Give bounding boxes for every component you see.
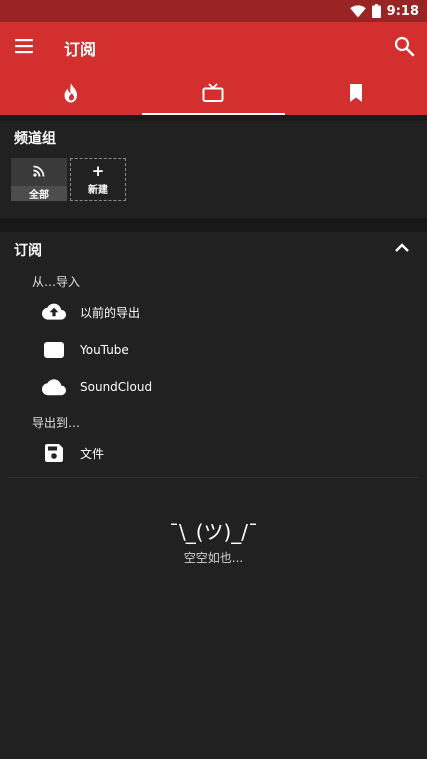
subscriptions-title: 订阅 (14, 243, 42, 259)
tab-bookmarks[interactable] (285, 71, 427, 115)
channel-groups-title: 频道组 (14, 131, 56, 147)
status-bar: 9:18 (0, 0, 427, 22)
search-icon[interactable] (393, 35, 415, 57)
rss-icon (33, 165, 45, 177)
tab-bar (0, 71, 427, 115)
channel-group-all-label: 全部 (11, 186, 67, 201)
list-divider (8, 477, 419, 478)
import-youtube[interactable]: YouTube (42, 336, 402, 364)
empty-state-message: 空空如也... (183, 551, 244, 565)
bookmark-icon (349, 84, 362, 102)
save-icon (45, 444, 63, 462)
import-from-label: 从…导入 (32, 275, 81, 289)
tab-subscriptions[interactable] (142, 71, 285, 115)
new-channel-group-button[interactable]: + 新建 (70, 158, 126, 201)
export-to-file[interactable]: 文件 (42, 439, 402, 467)
hamburger-menu-icon[interactable] (14, 35, 36, 57)
import-soundcloud-label: SoundCloud (80, 380, 153, 394)
export-to-file-label: 文件 (80, 446, 105, 461)
import-previous-export[interactable]: 以前的导出 (42, 298, 402, 326)
export-to-label: 导出到… (32, 416, 81, 430)
youtube-icon (44, 342, 64, 358)
empty-state-kaomoji: ¯\_(ツ)_/¯ (168, 520, 259, 544)
app-bar: 订阅 (0, 22, 427, 71)
chevron-up-icon[interactable] (393, 241, 411, 255)
plus-icon: + (91, 161, 105, 180)
import-soundcloud[interactable]: SoundCloud (42, 373, 402, 401)
fire-icon (64, 83, 78, 103)
import-youtube-label: YouTube (80, 343, 129, 357)
channel-group-all[interactable]: 全部 (11, 158, 67, 201)
tv-icon (202, 83, 224, 102)
section-divider (0, 218, 427, 232)
cloud-upload-icon (42, 303, 66, 320)
battery-icon (371, 4, 381, 18)
cloud-icon (42, 378, 66, 395)
import-previous-export-label: 以前的导出 (80, 305, 141, 320)
status-time: 9:18 (386, 3, 419, 19)
section-shadow (0, 115, 427, 121)
tab-trending[interactable] (0, 71, 142, 115)
page-title: 订阅 (64, 40, 97, 59)
wifi-icon (349, 4, 366, 17)
new-channel-group-label: 新建 (88, 184, 108, 196)
